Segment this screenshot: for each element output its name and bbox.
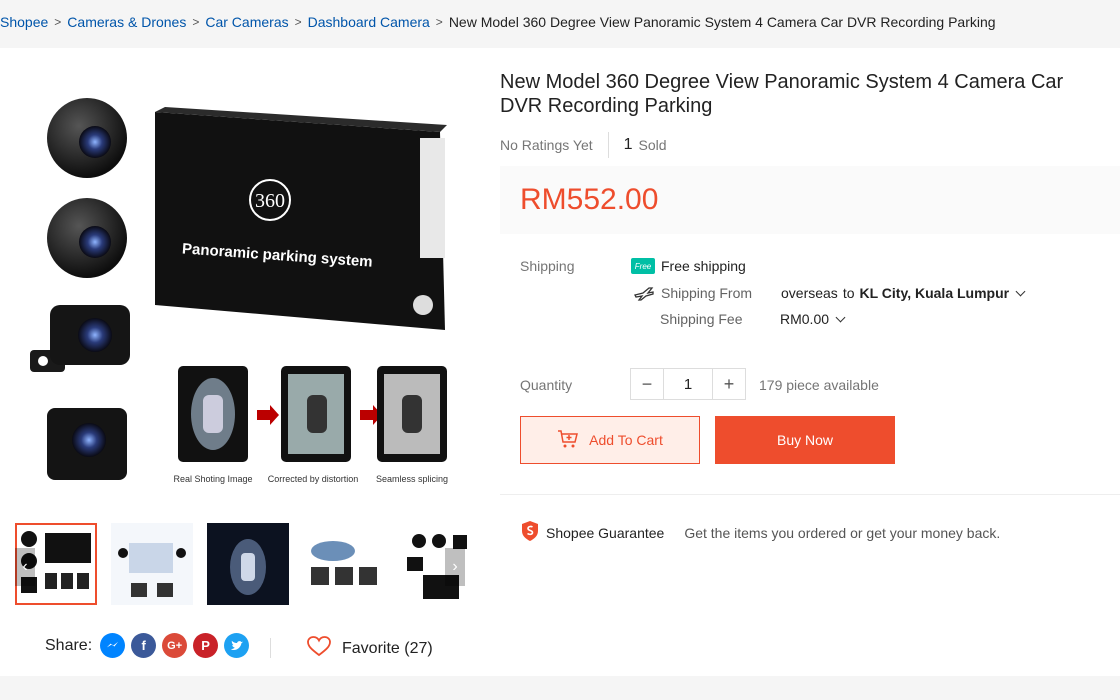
thumbnail-3[interactable]: [207, 523, 289, 605]
panel-real: [178, 366, 248, 462]
pinterest-icon[interactable]: P: [193, 633, 219, 658]
svg-text:Corrected by distortion: Corrected by distortion: [268, 474, 359, 484]
svg-text:360: 360: [255, 190, 285, 212]
dvr-box: 360 Panoramic parking system: [155, 107, 447, 330]
dome-camera-2: [47, 198, 127, 278]
product-stats: No Ratings Yet 1 Sold: [500, 132, 667, 158]
sold-label: Sold: [638, 137, 667, 153]
cart-icon: [557, 429, 579, 452]
product-illustration: 360 Panoramic parking system Real Shotin…: [30, 98, 448, 484]
chevron-right-icon: ›: [452, 558, 458, 575]
favorite-label: Favorite (27): [342, 639, 433, 657]
add-to-cart-button[interactable]: Add To Cart: [520, 416, 700, 464]
quantity-stepper: − 1 +: [630, 368, 746, 400]
breadcrumb-current: New Model 360 Degree View Panoramic Syst…: [448, 14, 996, 30]
twitter-icon[interactable]: [224, 633, 250, 658]
breadcrumb-dashboard-camera[interactable]: Dashboard Camera: [308, 14, 430, 30]
facebook-icon[interactable]: f: [131, 633, 157, 658]
chevron-right-icon: >: [192, 15, 200, 29]
product-price: RM552.00: [520, 183, 659, 216]
messenger-icon[interactable]: [100, 633, 126, 658]
breadcrumb-shopee[interactable]: Shopee: [0, 14, 48, 30]
dome-camera-1: [47, 98, 127, 178]
truck-icon: [633, 285, 655, 301]
chevron-down-icon[interactable]: [1015, 286, 1026, 296]
quantity-label: Quantity: [520, 377, 573, 393]
free-shipping-icon: Free: [631, 258, 655, 274]
svg-text:Seamless splicing: Seamless splicing: [376, 474, 448, 484]
cube-camera: [47, 408, 127, 480]
product-card: 360 Panoramic parking system Real Shotin…: [0, 48, 1120, 676]
shipping-from-row: Shipping From overseas to KL City, Kuala…: [633, 285, 1026, 301]
available-stock: 179 piece available: [759, 377, 879, 393]
shipping-fee-value[interactable]: RM0.00: [780, 311, 829, 327]
shield-icon: [520, 520, 540, 545]
main-product-image[interactable]: 360 Panoramic parking system Real Shotin…: [15, 60, 465, 510]
panel-seamless: [377, 366, 447, 462]
thumbnail-next-button[interactable]: ›: [445, 548, 465, 586]
buy-now-button[interactable]: Buy Now: [715, 416, 895, 464]
google-plus-icon[interactable]: G+: [162, 633, 188, 658]
chevron-down-icon[interactable]: [835, 312, 846, 322]
thumbnail-2[interactable]: [111, 523, 193, 605]
breadcrumb: Shopee > Cameras & Drones > Car Cameras …: [0, 0, 1120, 44]
bracket-camera: [30, 305, 130, 372]
share-divider: [270, 638, 271, 658]
favorite-button[interactable]: Favorite (27): [306, 635, 433, 662]
svg-text:Real Shoting Image: Real Shoting Image: [173, 474, 252, 484]
shipping-to-location[interactable]: KL City, Kuala Lumpur: [860, 285, 1010, 301]
shipping-to-word: to: [842, 285, 855, 301]
chevron-right-icon: >: [294, 15, 302, 29]
shipping-fee-label: Shipping Fee: [660, 311, 743, 327]
thumbnail-4[interactable]: [303, 523, 385, 605]
heart-icon: [306, 635, 332, 662]
thumbnail-prev-button[interactable]: ‹: [15, 548, 35, 586]
chevron-left-icon: ‹: [22, 558, 28, 575]
sold-count: 1: [623, 136, 633, 153]
guarantee-text: Get the items you ordered or get your mo…: [684, 524, 1001, 541]
shipping-fee-row: Shipping Fee RM0.00: [660, 311, 846, 327]
shipping-label: Shipping: [520, 258, 575, 274]
add-to-cart-label: Add To Cart: [589, 432, 663, 448]
chevron-right-icon: >: [54, 15, 62, 29]
free-shipping-text: Free shipping: [661, 258, 746, 274]
shipping-from-value: overseas: [781, 285, 838, 301]
free-shipping-row: Free Free shipping: [631, 258, 746, 274]
quantity-input[interactable]: 1: [663, 369, 713, 399]
shipping-from-label: Shipping From: [661, 285, 753, 301]
product-title: New Model 360 Degree View Panoramic Syst…: [500, 71, 1064, 117]
stats-divider: [607, 132, 609, 158]
section-divider: [500, 494, 1120, 495]
breadcrumb-car-cameras[interactable]: Car Cameras: [205, 14, 288, 30]
price-box: RM552.00: [500, 166, 1120, 234]
guarantee-title: Shopee Guarantee: [546, 524, 665, 541]
panel-corrected: [281, 366, 351, 462]
shopee-guarantee[interactable]: Shopee Guarantee Get the items you order…: [520, 520, 1000, 545]
thumbnail-5[interactable]: [399, 523, 481, 605]
thumbnail-strip: [15, 523, 481, 605]
ratings-text[interactable]: No Ratings Yet: [500, 137, 593, 153]
quantity-decrease-button[interactable]: −: [631, 369, 663, 399]
share-row: Share: f G+ P: [45, 633, 250, 658]
chevron-right-icon: >: [435, 15, 443, 29]
breadcrumb-cameras-drones[interactable]: Cameras & Drones: [67, 14, 186, 30]
share-label: Share:: [45, 636, 93, 654]
quantity-increase-button[interactable]: +: [713, 369, 745, 399]
